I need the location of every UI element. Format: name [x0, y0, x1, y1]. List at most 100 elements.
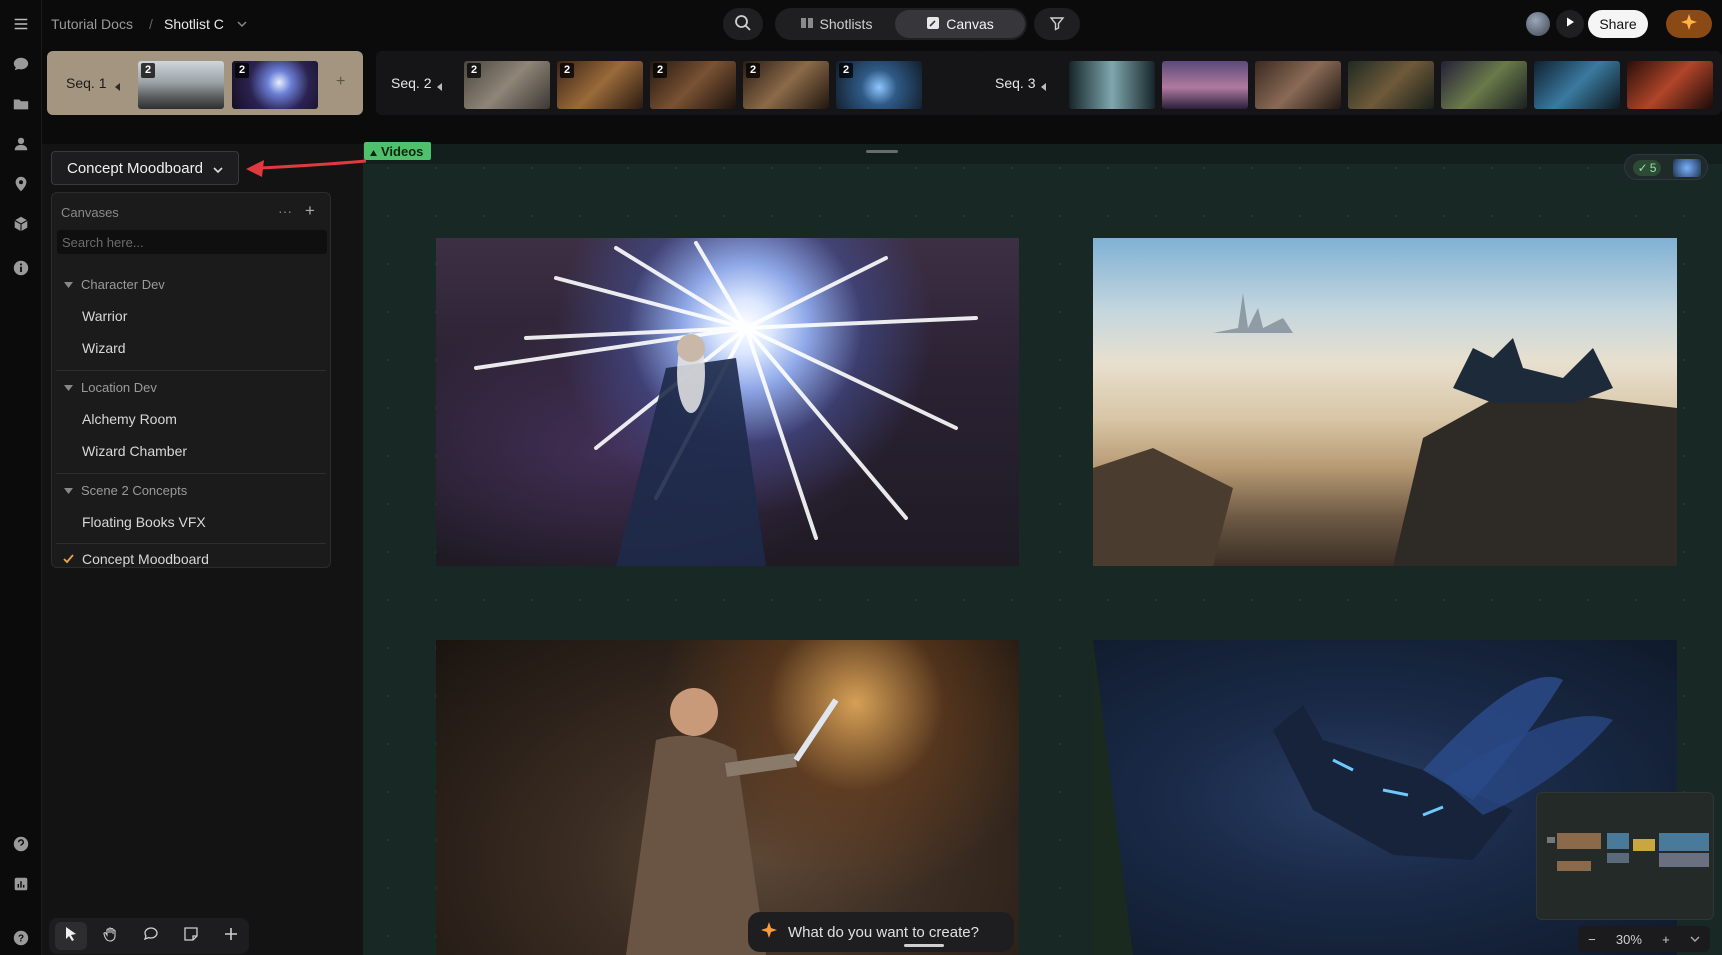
- caret-left-icon[interactable]: [436, 79, 444, 97]
- canvas-item-wizard[interactable]: Wizard: [82, 340, 126, 356]
- canvas-item-wizard-chamber[interactable]: Wizard Chamber: [82, 443, 187, 459]
- share-button[interactable]: Share: [1588, 10, 1648, 38]
- select-tool[interactable]: [55, 922, 87, 950]
- shot-count-badge: 2: [560, 63, 574, 78]
- add-tool[interactable]: [215, 922, 247, 950]
- canvas-search-input[interactable]: [57, 230, 327, 254]
- sequence-3-shot-1[interactable]: [1069, 61, 1155, 109]
- user-icon[interactable]: [11, 134, 31, 154]
- help-circle-icon[interactable]: [11, 834, 31, 854]
- chat-icon[interactable]: [11, 54, 31, 74]
- chevron-down-icon[interactable]: [1690, 932, 1700, 947]
- shot-count-badge: 2: [653, 63, 667, 78]
- more-options-icon[interactable]: ···: [278, 203, 292, 219]
- folder-icon[interactable]: [11, 94, 31, 114]
- zoom-in-button[interactable]: +: [1662, 932, 1670, 947]
- warrior-sword-image[interactable]: [436, 640, 1019, 955]
- sequence-1-label: Seq. 1: [66, 75, 107, 91]
- speech-bubble-icon: [143, 926, 159, 947]
- caret-up-icon: [370, 144, 377, 159]
- sequence-3[interactable]: Seq. 3: [976, 51, 1722, 115]
- shot-count-badge: 2: [141, 63, 155, 78]
- add-shot-icon[interactable]: +: [336, 73, 345, 91]
- sequence-2-shot-1[interactable]: 2: [464, 61, 550, 109]
- sequence-2-shot-2[interactable]: 2: [557, 61, 643, 109]
- question-icon[interactable]: ?: [11, 928, 31, 948]
- sequence-2-shot-5[interactable]: 2: [836, 61, 922, 109]
- pan-tool[interactable]: [95, 922, 127, 950]
- filter-button[interactable]: [1034, 8, 1080, 40]
- triangle-down-icon: [64, 277, 73, 292]
- sequence-3-shot-6[interactable]: [1534, 61, 1620, 109]
- chevron-down-icon[interactable]: [236, 17, 248, 35]
- tab-canvas[interactable]: Canvas: [895, 10, 1025, 38]
- sticky-note-icon: [183, 926, 199, 947]
- zoom-out-button[interactable]: −: [1588, 932, 1596, 947]
- pointer-icon: [63, 926, 79, 947]
- videos-tag-label: Videos: [381, 143, 424, 159]
- zoom-control: − 30% +: [1578, 926, 1710, 952]
- avatar[interactable]: [1526, 12, 1550, 36]
- canvas-item-floating-books-vfx[interactable]: Floating Books VFX: [82, 514, 206, 530]
- add-canvas-icon[interactable]: +: [305, 201, 315, 221]
- fox-cliff-image[interactable]: [1093, 238, 1677, 566]
- group-character-dev[interactable]: Character Dev: [64, 277, 165, 292]
- canvas-selector-label: Concept Moodboard: [67, 159, 203, 177]
- sequence-1-shot-1[interactable]: 2: [138, 61, 224, 109]
- canvas-item-concept-moodboard[interactable]: Concept Moodboard: [82, 551, 209, 567]
- menu-icon[interactable]: [11, 14, 31, 34]
- sticky-note-tool[interactable]: [175, 922, 207, 950]
- sequence-1[interactable]: Seq. 1 2 2 +: [47, 51, 363, 115]
- group-scene-2-concepts[interactable]: Scene 2 Concepts: [64, 483, 187, 498]
- breadcrumb-project[interactable]: Tutorial Docs: [51, 16, 133, 32]
- ai-spark-button[interactable]: [1666, 10, 1712, 38]
- group-location-dev[interactable]: Location Dev: [64, 380, 157, 395]
- comment-tool[interactable]: [135, 922, 167, 950]
- sequence-1-shot-2[interactable]: 2: [232, 61, 318, 109]
- sequence-3-shot-2[interactable]: [1162, 61, 1248, 109]
- sequence-3-shot-3[interactable]: [1255, 61, 1341, 109]
- top-bar: Tutorial Docs / Shotlist C Shotlists Can…: [42, 0, 1722, 48]
- sequence-2-shot-4[interactable]: 2: [743, 61, 829, 109]
- sequence-2[interactable]: Seq. 2 2 2 2 2 2 +: [376, 51, 1010, 115]
- canvas-selector[interactable]: Concept Moodboard: [51, 151, 239, 185]
- caret-left-icon[interactable]: [1040, 79, 1048, 97]
- minimap[interactable]: [1536, 792, 1714, 920]
- canvas-header-strip: [364, 144, 1722, 164]
- warrior-graphic: [626, 688, 839, 955]
- cube-icon[interactable]: [11, 214, 31, 234]
- tab-shotlists[interactable]: Shotlists: [779, 10, 893, 38]
- create-prompt-bar[interactable]: What do you want to create?: [748, 912, 1014, 952]
- left-rail: ?: [0, 0, 42, 955]
- location-pin-icon[interactable]: [11, 174, 31, 194]
- triangle-down-icon: [64, 380, 73, 395]
- sequence-3-shot-7[interactable]: [1627, 61, 1713, 109]
- sequence-2-shot-3[interactable]: 2: [650, 61, 736, 109]
- canvas-item-alchemy-room[interactable]: Alchemy Room: [82, 411, 177, 427]
- shot-count-badge: 2: [746, 63, 760, 78]
- search-icon: [734, 14, 752, 35]
- svg-text:?: ?: [18, 934, 24, 945]
- zoom-level[interactable]: 30%: [1616, 932, 1642, 947]
- sequence-3-shot-4[interactable]: [1348, 61, 1434, 109]
- sequence-3-shot-5[interactable]: [1441, 61, 1527, 109]
- caret-left-icon[interactable]: [114, 79, 122, 97]
- canvas-item-warrior[interactable]: Warrior: [82, 308, 127, 324]
- drag-handle[interactable]: [866, 150, 898, 153]
- shot-count-badge: 2: [839, 63, 853, 78]
- videos-annotation-tag[interactable]: Videos: [364, 142, 432, 160]
- sequence-strip: Seq. 1 2 2 + Seq. 2 2 2 2 2 2 + Seq. 3: [42, 48, 1722, 120]
- breadcrumb-shotlist[interactable]: Shotlist C: [164, 16, 224, 32]
- breadcrumb-separator: /: [149, 16, 153, 32]
- tab-canvas-label: Canvas: [946, 16, 994, 32]
- wizard-spell-image[interactable]: [436, 238, 1019, 566]
- selection-indicator[interactable]: ✓ 5: [1624, 154, 1708, 180]
- selection-thumbnail: [1673, 159, 1701, 177]
- stats-icon[interactable]: [11, 874, 31, 894]
- minimap-graphic: [1547, 833, 1709, 871]
- info-icon[interactable]: [11, 258, 31, 278]
- triangle-down-icon: [64, 483, 73, 498]
- search-button[interactable]: [723, 8, 763, 40]
- check-icon: [62, 552, 75, 570]
- play-button[interactable]: [1556, 10, 1584, 38]
